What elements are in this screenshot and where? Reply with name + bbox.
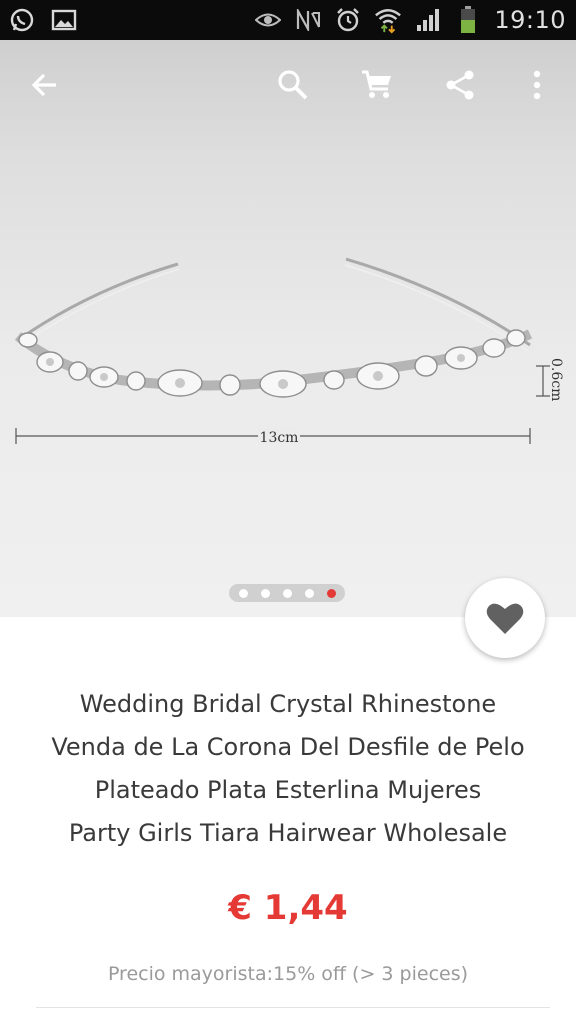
nfc-icon <box>294 6 322 34</box>
search-button[interactable] <box>266 58 320 112</box>
search-icon <box>278 70 308 100</box>
back-arrow-icon <box>31 73 56 97</box>
heart-icon <box>486 603 524 634</box>
signal-icon <box>414 6 442 34</box>
toolbar <box>0 40 576 130</box>
wholesale-price-note: Precio mayorista:15% off (> 3 pieces) <box>107 963 469 985</box>
share-icon <box>446 70 474 100</box>
more-vert-icon <box>533 70 541 100</box>
product-price: € 1,44 <box>228 888 348 928</box>
title-line: Plateado Plata Esterlina Mujeres <box>94 776 482 804</box>
share-button[interactable] <box>433 58 487 112</box>
gallery-icon <box>50 6 78 34</box>
title-line: Wedding Bridal Crystal Rhinestone <box>79 690 497 718</box>
wifi-icon <box>374 6 402 34</box>
width-dimension-label: 13cm <box>260 430 299 446</box>
pager-dot-active[interactable] <box>326 588 336 598</box>
pager-dot[interactable] <box>238 588 248 598</box>
image-pager <box>229 584 345 602</box>
clock: 19:10 <box>494 6 566 34</box>
title-line: Venda de La Corona Del Desfile de Pelo <box>51 733 525 761</box>
title-line: Party Girls Tiara Hairwear Wholesale <box>68 819 508 847</box>
whatsapp-icon <box>8 6 36 34</box>
divider <box>36 1007 550 1008</box>
product-title: Wedding Bridal Crystal Rhinestone Venda … <box>14 683 562 855</box>
back-button[interactable] <box>18 58 72 112</box>
favorite-button[interactable] <box>465 578 545 658</box>
cart-button[interactable] <box>350 58 404 112</box>
cart-icon <box>362 70 391 98</box>
height-dimension-label: 0.6cm <box>548 358 564 401</box>
battery-icon <box>454 6 482 34</box>
alarm-icon <box>334 6 362 34</box>
pager-dot[interactable] <box>304 588 314 598</box>
more-options-button[interactable] <box>510 58 564 112</box>
eye-icon <box>254 6 282 34</box>
status-bar: 19:10 <box>0 0 576 40</box>
pager-dot[interactable] <box>260 588 270 598</box>
pager-dot[interactable] <box>282 588 292 598</box>
